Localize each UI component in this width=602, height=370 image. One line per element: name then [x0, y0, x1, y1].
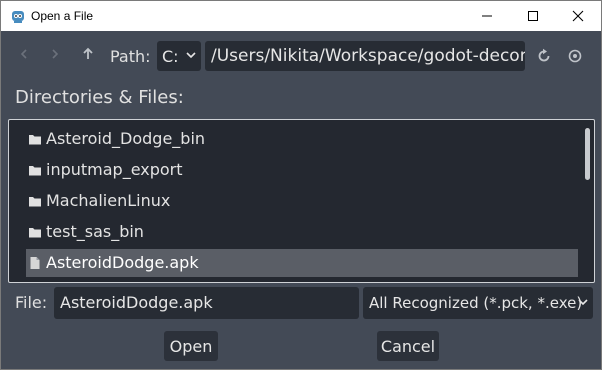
open-button[interactable]: Open [164, 331, 218, 361]
refresh-button[interactable] [533, 45, 555, 67]
parent-folder-button[interactable] [77, 43, 99, 65]
scrollbar-thumb[interactable] [585, 128, 590, 180]
eye-icon [568, 49, 582, 63]
file-label: File: [15, 293, 48, 312]
folder-icon [29, 228, 41, 238]
path-label: Path: [110, 47, 151, 66]
filter-value: All Recognized (*.pck, *.exe) [369, 294, 583, 312]
list-item-label: AsteroidDodge.apk [46, 253, 199, 272]
path-value: /Users/Nikita/Workspace/godot-decom [211, 46, 525, 66]
godot-logo-icon [12, 11, 24, 23]
arrow-up-icon [83, 47, 93, 59]
list-item-label: MachalienLinux [46, 191, 171, 210]
arrow-right-icon [52, 49, 59, 59]
drive-value: C: [162, 47, 179, 66]
dialog-content: Path: C: /Users/Nikita/Workspace/godot-d… [1, 31, 601, 369]
list-item-label: Asteroid_Dodge_bin [46, 129, 206, 148]
chevron-down-icon [186, 52, 196, 59]
arrow-left-icon [20, 49, 27, 59]
back-button[interactable] [13, 43, 35, 65]
close-button[interactable] [555, 1, 601, 31]
folder-icon [29, 135, 41, 145]
forward-button[interactable] [44, 43, 66, 65]
chevron-down-icon [578, 299, 588, 306]
directories-files-heading: Directories & Files: [15, 87, 184, 108]
minimize-icon [482, 15, 492, 17]
window-title: Open a File [31, 9, 94, 23]
file-icon [30, 257, 40, 269]
list-item[interactable]: MachalienLinux [26, 187, 578, 215]
toggle-hidden-button[interactable] [564, 45, 586, 67]
file-dialog-window: Open a File Path: C: /Users/Nikita/Works… [0, 0, 602, 370]
list-item[interactable]: Asteroid_Dodge_bin [26, 125, 578, 153]
cancel-button[interactable]: Cancel [377, 331, 439, 361]
file-name-value: AsteroidDodge.apk [60, 293, 213, 312]
minimize-button[interactable] [464, 1, 510, 31]
list-item-label: inputmap_export [46, 160, 183, 179]
folder-icon [29, 166, 41, 176]
refresh-icon [538, 48, 550, 62]
close-icon [572, 10, 584, 22]
maximize-icon [528, 11, 538, 21]
list-item[interactable]: inputmap_export [26, 156, 578, 184]
file-list[interactable]: Asteroid_Dodge_bin inputmap_export Macha… [8, 119, 595, 283]
file-name-input[interactable]: AsteroidDodge.apk [54, 287, 359, 319]
file-type-filter[interactable]: All Recognized (*.pck, *.exe) [363, 287, 593, 319]
folder-icon [29, 197, 41, 207]
list-item-label: test_sas_bin [46, 222, 144, 241]
list-item-selected[interactable]: AsteroidDodge.apk [26, 249, 578, 277]
maximize-button[interactable] [510, 1, 556, 31]
title-bar: Open a File [1, 1, 601, 31]
path-input[interactable]: /Users/Nikita/Workspace/godot-decom [205, 41, 525, 71]
list-item[interactable]: test_sas_bin [26, 218, 578, 246]
drive-select[interactable]: C: [157, 41, 201, 71]
